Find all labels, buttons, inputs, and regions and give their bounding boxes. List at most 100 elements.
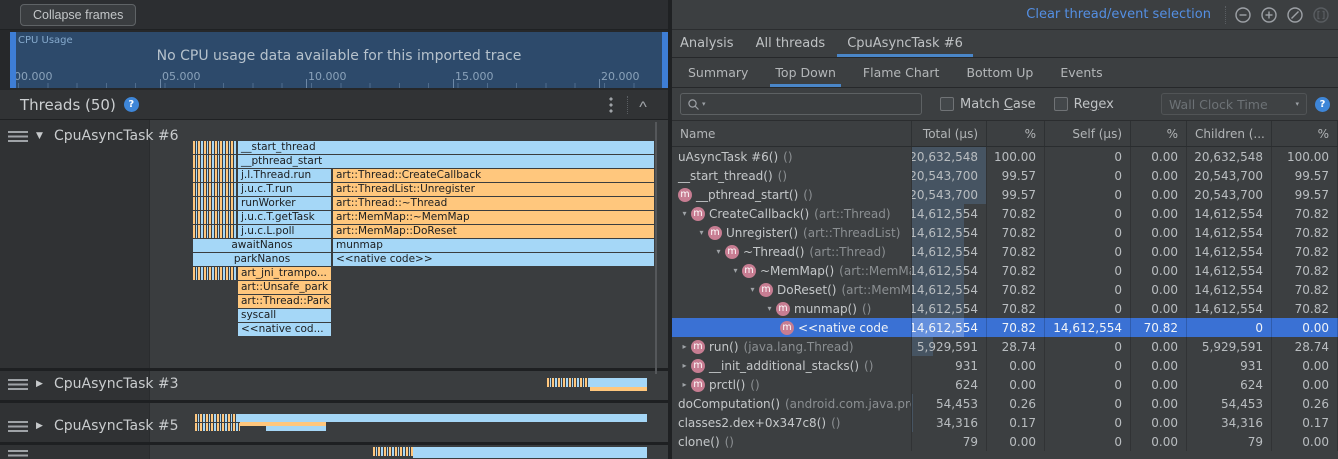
flame-bar[interactable]: <<native code>>: [333, 253, 654, 266]
threads-scrollbar[interactable]: [655, 122, 657, 374]
drag-handle-icon[interactable]: [8, 131, 28, 142]
flame-bar[interactable]: art::MemMap::DoReset: [333, 225, 654, 238]
thread-name: CpuAsyncTask #6: [54, 128, 179, 144]
column-header-total-s-[interactable]: Total (µs): [912, 121, 987, 146]
table-row[interactable]: ▾m~Thread()(art::Thread)14,612,55470.820…: [672, 242, 1338, 261]
drag-handle-icon[interactable]: [8, 421, 28, 432]
tab-all-threads[interactable]: All threads: [756, 30, 826, 57]
table-row[interactable]: m__pthread_start()()20,543,70099.5700.00…: [672, 185, 1338, 204]
collapse-node-icon[interactable]: ▾: [695, 228, 708, 237]
column-header-%[interactable]: %: [1272, 121, 1338, 146]
flame-activity-ticks: [193, 211, 237, 224]
thread-row-partial[interactable]: [8, 450, 28, 459]
expand-thread-icon[interactable]: ▶: [36, 421, 46, 431]
flame-bar[interactable]: awaitNanos: [193, 239, 331, 252]
flame-bar[interactable]: j.u.c.T.run: [238, 183, 331, 196]
method-name: clone(): [678, 435, 720, 449]
tab-cpuasynctask-6[interactable]: CpuAsyncTask #6: [847, 30, 963, 57]
collapse-thread-icon[interactable]: ▼: [36, 131, 46, 141]
search-box[interactable]: ▾: [680, 93, 922, 115]
subtab-summary[interactable]: Summary: [688, 58, 748, 87]
column-header-%[interactable]: %: [1131, 121, 1187, 146]
table-row[interactable]: ▾mDoReset()(art::MemMap)14,612,55470.820…: [672, 280, 1338, 299]
flame-bar[interactable]: art::Unsafe_park: [238, 281, 331, 294]
table-row[interactable]: ▾m~MemMap()(art::MemMap)14,612,55470.820…: [672, 261, 1338, 280]
table-row[interactable]: ▾mCreateCallback()(art::Thread)14,612,55…: [672, 204, 1338, 223]
regex-checkbox[interactable]: [1054, 97, 1068, 111]
flame-bar[interactable]: parkNanos: [193, 253, 331, 266]
thread-row-cpuasynctask-6[interactable]: ▼ CpuAsyncTask #6: [8, 128, 179, 144]
subtab-flame-chart[interactable]: Flame Chart: [863, 58, 940, 87]
flame-bar[interactable]: munmap: [333, 239, 654, 252]
column-header-name[interactable]: Name: [672, 121, 912, 146]
table-row[interactable]: clone()()790.0000.00790.00: [672, 432, 1338, 451]
flame-bar[interactable]: __pthread_start: [238, 155, 654, 168]
flame-bar[interactable]: <<native cod...: [238, 323, 331, 336]
collapse-node-icon[interactable]: ▾: [763, 304, 776, 313]
clear-selection-link[interactable]: Clear thread/event selection: [1026, 7, 1211, 22]
flame-bar[interactable]: runWorker: [238, 197, 331, 210]
thread-row-cpuasynctask-3[interactable]: ▶CpuAsyncTask #3: [8, 376, 179, 392]
flame-bar[interactable]: __start_thread: [238, 141, 654, 154]
match-case-checkbox[interactable]: [940, 97, 954, 111]
zoom-in-icon[interactable]: [1260, 6, 1278, 24]
cell-total-pct: 70.82: [987, 299, 1045, 318]
threads-help-icon[interactable]: ?: [124, 97, 139, 112]
flame-bar[interactable]: art::Thread::~Thread: [333, 197, 654, 210]
zoom-out-icon[interactable]: [1234, 6, 1252, 24]
cell-children-pct: 99.57: [1272, 166, 1338, 185]
match-case-option[interactable]: Match Case: [940, 97, 1036, 112]
collapse-panel-icon[interactable]: ʌ: [639, 99, 647, 110]
collapse-node-icon[interactable]: ▾: [746, 285, 759, 294]
table-row[interactable]: __start_thread()()20,543,70099.5700.0020…: [672, 166, 1338, 185]
expand-thread-icon[interactable]: ▶: [36, 379, 46, 389]
expand-node-icon[interactable]: ▸: [678, 342, 691, 351]
filter-help-icon[interactable]: ?: [1315, 97, 1330, 112]
collapse-node-icon[interactable]: ▾: [712, 247, 725, 256]
flame-bar[interactable]: art::Thread::CreateCallback: [333, 169, 654, 182]
flame-bar[interactable]: j.u.c.L.poll: [238, 225, 331, 238]
expand-node-icon[interactable]: ▸: [678, 380, 691, 389]
flame-bar[interactable]: art::MemMap::~MemMap: [333, 211, 654, 224]
cell-total-pct: 70.82: [987, 223, 1045, 242]
collapse-node-icon[interactable]: ▾: [678, 209, 691, 218]
cpu-usage-chart[interactable]: CPU Usage No CPU usage data available fo…: [10, 32, 668, 88]
reset-zoom-icon[interactable]: [1286, 6, 1304, 24]
flame-bar[interactable]: syscall: [238, 309, 331, 322]
column-header-%[interactable]: %: [987, 121, 1045, 146]
table-row[interactable]: doComputation()(android.com.java.pro54,4…: [672, 394, 1338, 413]
regex-option[interactable]: Regex: [1054, 97, 1114, 112]
search-history-caret-icon[interactable]: ▾: [702, 100, 706, 108]
table-row[interactable]: ▾mUnregister()(art::ThreadList)14,612,55…: [672, 223, 1338, 242]
table-row[interactable]: ▸m__init_additional_stacks()()9310.0000.…: [672, 356, 1338, 375]
cell-total-pct: 0.00: [987, 375, 1045, 394]
threads-menu-icon[interactable]: [609, 97, 613, 113]
expand-node-icon[interactable]: ▸: [678, 361, 691, 370]
flame-bar[interactable]: art::ThreadList::Unregister: [333, 183, 654, 196]
table-row[interactable]: classes2.dex+0x347c8()()34,3160.1700.003…: [672, 413, 1338, 432]
drag-handle-icon[interactable]: [8, 450, 28, 459]
table-row[interactable]: ▾mmunmap()()14,612,55470.8200.0014,612,5…: [672, 299, 1338, 318]
column-header-children-[interactable]: Children (...: [1187, 121, 1272, 146]
drag-handle-icon[interactable]: [8, 379, 28, 390]
thread-row-cpuasynctask-5[interactable]: ▶CpuAsyncTask #5: [8, 418, 179, 434]
table-row[interactable]: uAsyncTask #6()()20,632,548100.0000.0020…: [672, 147, 1338, 166]
range-handle-left[interactable]: [10, 32, 16, 88]
search-input[interactable]: [708, 96, 915, 112]
flame-bar[interactable]: art_jni_trampo...: [238, 267, 331, 280]
subtab-bottom-up[interactable]: Bottom Up: [966, 58, 1033, 87]
cell-self-pct: 0.00: [1131, 261, 1187, 280]
range-handle-right[interactable]: [662, 32, 668, 88]
flame-bar[interactable]: j.u.c.T.getTask: [238, 211, 331, 224]
flame-bar[interactable]: art::Thread::Park: [238, 295, 331, 308]
collapse-node-icon[interactable]: ▾: [729, 266, 742, 275]
subtab-events[interactable]: Events: [1060, 58, 1102, 87]
table-row[interactable]: ▸mrun()(java.lang.Thread)5,929,59128.740…: [672, 337, 1338, 356]
collapse-frames-button[interactable]: Collapse frames: [20, 4, 136, 26]
table-row[interactable]: m<<native code14,612,55470.8214,612,5547…: [672, 318, 1338, 337]
flame-bar[interactable]: j.l.Thread.run: [238, 169, 331, 182]
subtab-top-down[interactable]: Top Down: [775, 58, 836, 87]
tab-analysis[interactable]: Analysis: [680, 30, 734, 57]
column-header-self-s-[interactable]: Self (µs): [1045, 121, 1131, 146]
table-row[interactable]: ▸mprctl()()6240.0000.006240.00: [672, 375, 1338, 394]
